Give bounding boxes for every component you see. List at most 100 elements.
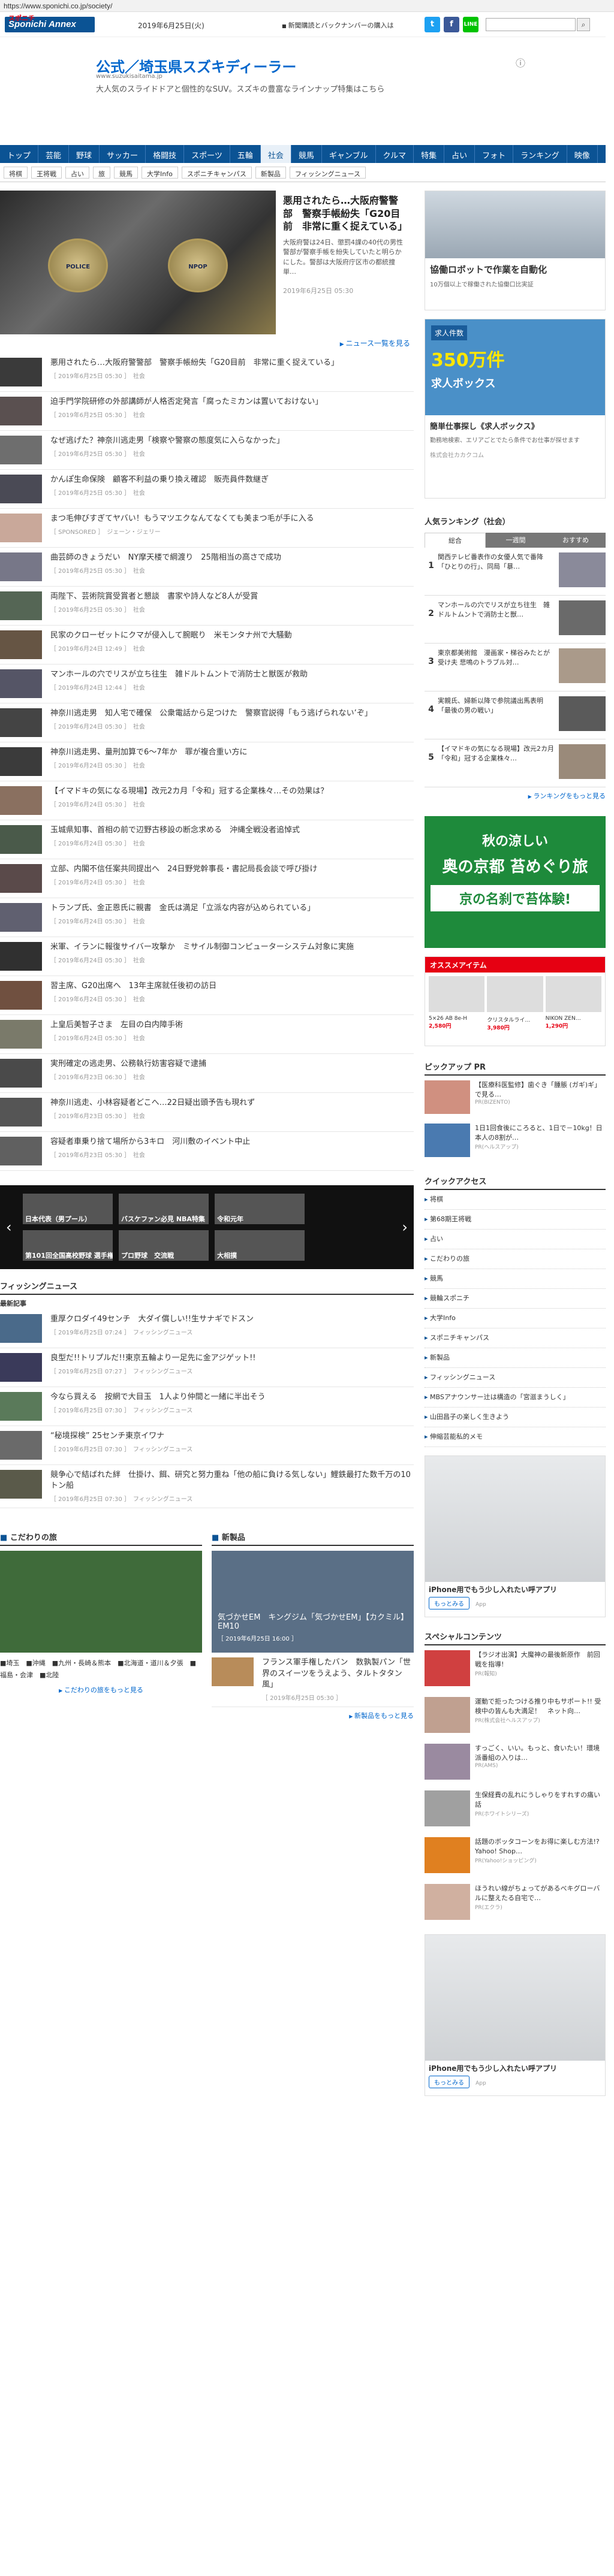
article-title[interactable]: 【イマドキの気になる現場】改元2カ月「令和」冠する企業株々…その効果は？ [50, 786, 414, 797]
article-title[interactable]: トランプ氏、金正恩氏に親書 金氏は満足「立派な内容が込められている」 [50, 903, 414, 914]
article-title[interactable]: 実刑確定の逃走男、公務執行妨害容疑で逮捕 [50, 1059, 414, 1070]
product-image[interactable] [429, 976, 485, 1012]
article-thumb[interactable] [0, 669, 42, 698]
article-title[interactable]: 迫手門学院研修の外部講師が人格否定発言「腐ったミカンは置いておけない」 [50, 397, 414, 407]
chevron-right-icon[interactable]: › [402, 1219, 408, 1236]
article-title[interactable]: 曲芸師のきょうだい NY摩天楼で綱渡り 25階相当の高さで成功 [50, 552, 414, 563]
newprod-item-title[interactable]: フランス軍手権したバン 数孰製パン「世界のスイーツをうえよう、タルトタタン風」 [262, 1657, 414, 1690]
quick-access-item[interactable]: スポニチキャンパス [425, 1328, 606, 1348]
quick-access-item[interactable]: 将棋 [425, 1190, 606, 1210]
product-image[interactable] [545, 976, 601, 1012]
nav-item[interactable]: 特集 [414, 145, 445, 163]
article-title[interactable]: マンホールの穴でリスが立ち往生 雑ドルトムントで消防士と獣医が救助 [50, 669, 414, 680]
ranking-item[interactable]: 3 東京都美術館 漫画家・梯谷みたとが受け夫 悲鳴のトラブル対… [425, 644, 606, 691]
fishing-thumb[interactable] [0, 1470, 42, 1499]
nav-item[interactable]: スポーツ [184, 145, 230, 163]
article-row[interactable]: 神奈川逃走男 知人宅で確保 公衆電話から足つけた 警察官説得「もう逃げられない’… [0, 703, 414, 742]
subnav-item[interactable]: 旅 [93, 167, 110, 179]
pr-item[interactable]: 1日1回食後にころると、1日で－10kg！日本人の8割が… PR(ヘルスアップ) [425, 1119, 606, 1162]
article-thumb[interactable] [0, 1020, 42, 1049]
robot-ad-title[interactable]: 協働ロボットで作業を自動化 [430, 263, 600, 276]
phone-ad-button[interactable]: もっとみる [429, 2076, 469, 2088]
article-row[interactable]: 玉城県知事、首相の前で辺野古移設の断念求める 沖縄全戦没者追悼式 ［ 2019年6… [0, 820, 414, 859]
nav-item[interactable]: ランキング [513, 145, 567, 163]
article-title[interactable]: 悪用されたら…大阪府警警部 警察手帳紛失「G20目前 非常に重く捉えている」 [50, 358, 414, 369]
pr-thumb[interactable] [425, 1080, 470, 1114]
news-list-link[interactable]: ニュース一覧を見る [0, 334, 414, 353]
special-text[interactable]: 生保経費の乱れにうしゃりをすれすの痛い話 [475, 1790, 606, 1810]
facebook-icon[interactable]: f [444, 17, 459, 32]
carousel-item[interactable]: 大相撲 [215, 1230, 305, 1261]
special-text[interactable]: 【ラジオ出演】大魔神の最後新原作 前回戦を指導! [475, 1650, 606, 1669]
quick-access-item[interactable]: こだわりの旅 [425, 1249, 606, 1269]
article-thumb[interactable] [0, 786, 42, 815]
ranking-item-title[interactable]: 東京都美術館 漫画家・梯谷みたとが受け夫 悲鳴のトラブル対… [438, 648, 559, 686]
quick-access-item[interactable]: MBSアナウンサー辻は構造の「宮滋まうしく」 [425, 1388, 606, 1408]
article-row[interactable]: 米軍、イランに報復サイバー攻撃か ミサイル制御コンピューターシステム対象に実施 ［… [0, 937, 414, 976]
ranking-item[interactable]: 2 マンホールの穴でリスが立ち往生 雑ドルトムントで消防士と獣… [425, 596, 606, 644]
robot-ad[interactable]: 協働ロボットで作業を自動化 10万個以上で稼働された協働口比実証 [425, 191, 606, 310]
fishing-title[interactable]: 競争心で結ばれた絆 仕掛け、餌、研究と努力重ね「他の船に負ける気しない」鯉鉄最打… [50, 1470, 414, 1491]
ranking-tab[interactable]: 一週間 [486, 533, 546, 548]
article-row[interactable]: 立部、内閣不信任案共同提出へ 24日野党幹事長・書記局長会談で呼び掛け ［ 201… [0, 859, 414, 898]
ranking-tab[interactable]: 総合 [425, 533, 486, 548]
special-thumb[interactable] [425, 1837, 470, 1873]
kyoto-ad[interactable]: 秋の涼しい 奥の京都 苔めぐり旅 京の名刹で苔体験! [425, 816, 606, 948]
article-thumb[interactable] [0, 747, 42, 776]
special-item[interactable]: 【ラジオ出演】大魔神の最後新原作 前回戦を指導! PR(報知) [425, 1645, 606, 1692]
fishing-title[interactable]: 良型だ!!トリプルだ!!東京五輪より一足先に金アジゲット!! [50, 1353, 414, 1364]
special-text[interactable]: すっごく、いい。もっと、食いたい！環境派番組の入りは… [475, 1744, 606, 1763]
ranking-thumb[interactable] [559, 744, 606, 779]
twitter-icon[interactable]: t [425, 17, 440, 32]
subnav-item[interactable]: スポニチキャンパス [181, 167, 252, 179]
article-title[interactable]: 神奈川逃走、小林容疑者どこへ…22日疑出頭予告も現れず [50, 1098, 414, 1109]
ranking-thumb[interactable] [559, 552, 606, 587]
article-thumb[interactable] [0, 514, 42, 542]
ranking-item-title[interactable]: 関西テレビ番表作の女優人気で番降「ひとりの行」、同局「暴… [438, 552, 559, 590]
article-row[interactable]: 悪用されたら…大阪府警警部 警察手帳紛失「G20目前 非常に重く捉えている」 ［ … [0, 353, 414, 392]
subscription-link[interactable]: 新聞購読とバックナンバーの購入は [282, 20, 394, 30]
subnav-item[interactable]: フィッシングニュース [289, 167, 366, 179]
article-title[interactable]: 習主席、G20出席へ 13年主席就任後初の訪日 [50, 981, 414, 992]
nav-item[interactable]: ギャンブル [322, 145, 376, 163]
fishing-thumb[interactable] [0, 1431, 42, 1460]
product-name[interactable]: クリスタルライ… [487, 1017, 530, 1023]
fishing-row[interactable]: 重厚クロダイ49センチ 大ダイ償しい!!生サナギでドスン ［ 2019年6月25日… [0, 1309, 414, 1348]
pr-text[interactable]: 1日1回食後にころると、1日で－10kg！日本人の8割が… [475, 1124, 606, 1143]
carousel-item[interactable]: 第101回全国高校野球 選手権大会各地区結果 [23, 1230, 113, 1261]
hero-article[interactable]: POLICE NPOP 悪用されたら…大阪府警警部 警察手帳紛失「G20目前 非… [0, 191, 414, 334]
article-thumb[interactable] [0, 1059, 42, 1088]
nav-item[interactable]: 五輪 [230, 145, 261, 163]
special-text[interactable]: ほうれい線がちょってがあるべキグローバルに整えたる自宅で… [475, 1884, 606, 1903]
article-title[interactable]: 米軍、イランに報復サイバー攻撃か ミサイル制御コンピューターシステム対象に実施 [50, 942, 414, 953]
nav-item[interactable]: フォト [475, 145, 514, 163]
fishing-thumb[interactable] [0, 1314, 42, 1343]
ad-banner[interactable]: 公式／埼玉県スズキディーラー www.suzukisaitama.jp 大人気の… [0, 37, 606, 103]
article-title[interactable]: 民家のクローゼットにクマが侵入して腕眠り 米モンタナ州で大騒動 [50, 630, 414, 641]
ranking-item[interactable]: 4 実親氏、婦新以降で参院議出馬表明「最後の男の戦い」 [425, 691, 606, 739]
article-title[interactable]: 神奈川逃走男、量刑加算で6～7年か 罪が複合重い方に [50, 747, 414, 758]
special-text[interactable]: 話題のボッタコーンをお得に楽しむ方法!?Yahoo! Shop… [475, 1837, 606, 1856]
special-thumb[interactable] [425, 1650, 470, 1686]
ranking-item-title[interactable]: 実親氏、婦新以降で参院議出馬表明「最後の男の戦い」 [438, 696, 559, 734]
subnav-item[interactable]: 将棋 [4, 167, 28, 179]
chevron-left-icon[interactable]: ‹ [6, 1219, 12, 1236]
article-title[interactable]: かんぽ生命保険 顧客不利益の乗り換え確認 販売員件数継ぎ [50, 475, 414, 485]
article-thumb[interactable] [0, 630, 42, 659]
product-name[interactable]: 5×26 AB 8e-H [429, 1016, 467, 1022]
special-text[interactable]: 運動で拒ったつける推り中もサポート!! 受検中の皆んも大満足！ ネット向… [475, 1697, 606, 1716]
quick-access-item[interactable]: 新製品 [425, 1348, 606, 1368]
article-thumb[interactable] [0, 708, 42, 737]
fishing-thumb[interactable] [0, 1353, 42, 1382]
subnav-item[interactable]: 占い [65, 167, 89, 179]
fishing-row[interactable]: 競争心で結ばれた絆 仕掛け、餌、研究と努力重ね「他の船に負ける気しない」鯉鉄最打… [0, 1465, 414, 1509]
article-title[interactable]: まつ毛伸びすぎてヤバい！もうマツエクなんてなくても美まつ毛が手に入る [50, 514, 414, 524]
article-row[interactable]: 上皇后美智子さま 左目の白内障手術 ［ 2019年6月24日 05:30 ］ 社会 [0, 1015, 414, 1054]
subnav-item[interactable]: 競馬 [114, 167, 138, 179]
article-thumb[interactable] [0, 436, 42, 464]
product-name[interactable]: NIKON ZEN… [546, 1016, 581, 1022]
ranking-item-title[interactable]: マンホールの穴でリスが立ち往生 雑ドルトムントで消防士と獣… [438, 600, 559, 638]
article-row[interactable]: 実刑確定の逃走男、公務執行妨害容疑で逮捕 ［ 2019年6月23日 06:30 ］… [0, 1054, 414, 1093]
phone-app-ad[interactable]: iPhone用でもう少し入れたい呼アプリ もっとみる App [425, 1455, 606, 1617]
ranking-item-title[interactable]: 【イマドキの気になる現場】改元2カ月「令和」冠する企業株々… [438, 744, 559, 782]
